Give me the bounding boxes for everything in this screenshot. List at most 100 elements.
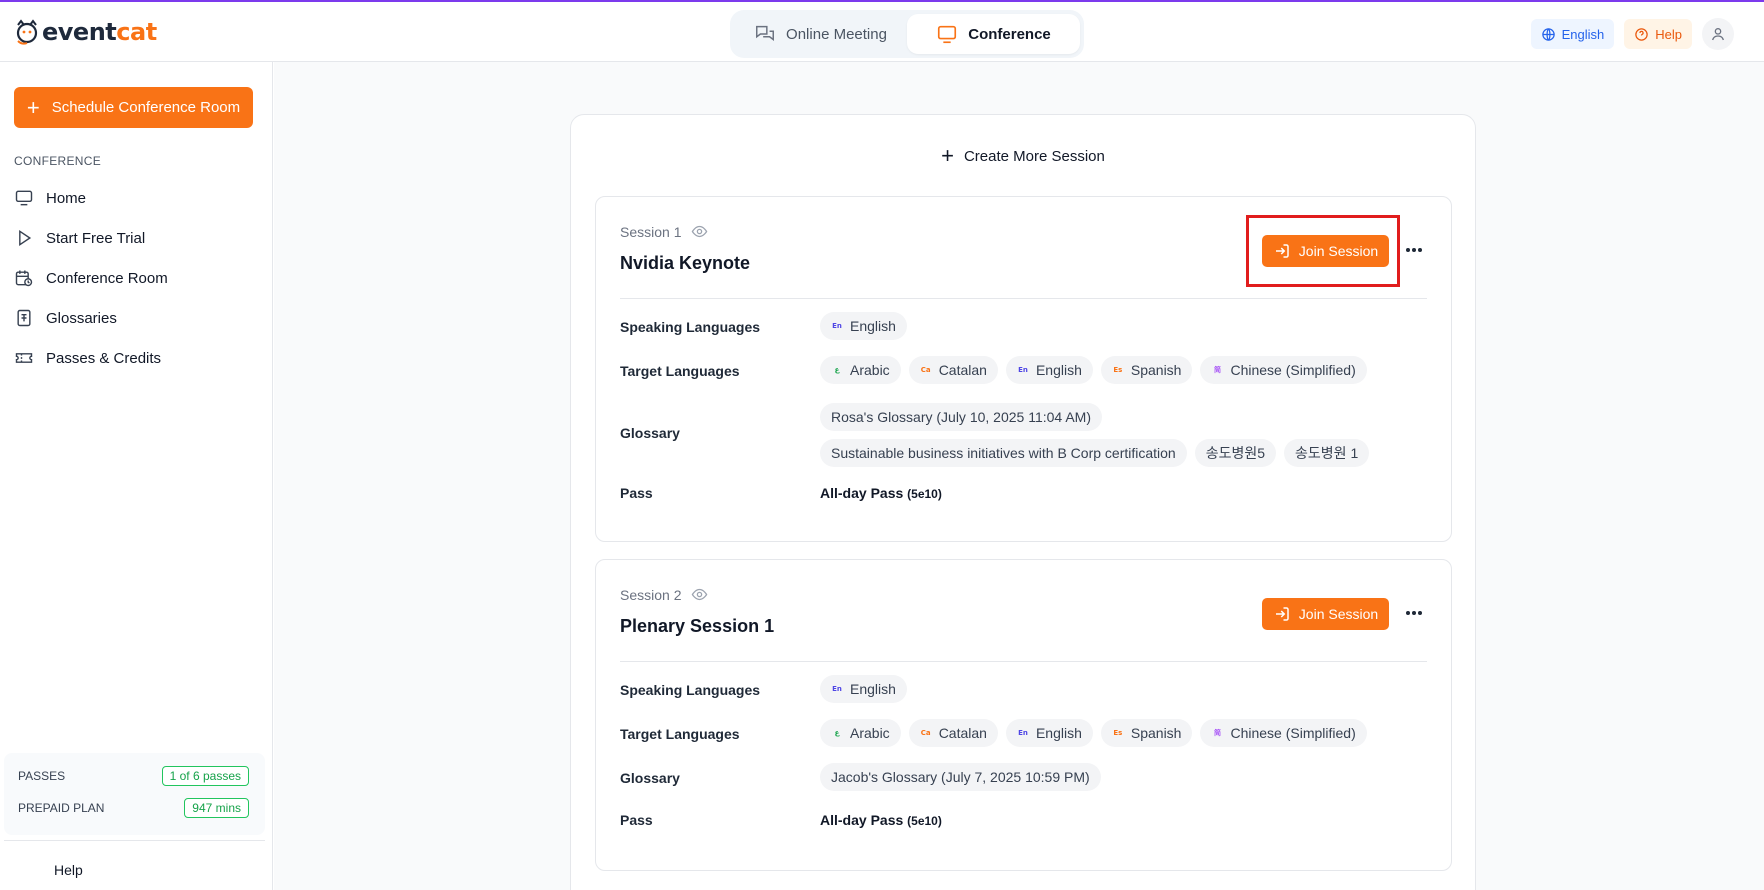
language-code: En: [1018, 366, 1028, 374]
glossary-chip: Rosa's Glossary (July 10, 2025 11:04 AM): [820, 403, 1102, 431]
globe-icon: [1541, 27, 1555, 41]
passes-badge: 1 of 6 passes: [161, 766, 249, 786]
language-code: En: [1018, 729, 1028, 737]
target-language-chips: ع Arabic Ca Catalan En English Es Spanish 简 C…: [820, 356, 1367, 384]
prepaid-plan-badge: 947 mins: [184, 798, 249, 818]
usage-summary: PASSES 1 of 6 passes PREPAID PLAN 947 mi…: [4, 753, 265, 835]
session-title: Nvidia Keynote: [620, 253, 751, 273]
sidebar-nav: Home Start Free Trial Conference Room Gl…: [14, 178, 259, 378]
sessions-panel: + Create More Session Session 1 Nvidia K…: [570, 114, 1476, 890]
language-name: English: [1035, 725, 1082, 741]
sidebar-item-start-free-trial[interactable]: Start Free Trial: [14, 218, 259, 258]
language-name: Catalan: [938, 362, 987, 378]
session-number-label: Session 2: [620, 586, 682, 603]
target-language-chips: ع Arabic Ca Catalan En English Es Spanish 简 C…: [820, 719, 1367, 747]
help-button[interactable]: Help: [1624, 19, 1692, 49]
user-avatar[interactable]: [1702, 18, 1734, 50]
language-code: 简: [1213, 729, 1221, 737]
pass-code: (5e10): [907, 487, 942, 501]
language-chip: ع Arabic: [820, 356, 901, 384]
top-bar: eventcat Online Meeting Conference Engli…: [0, 0, 1764, 62]
eventcat-logo[interactable]: eventcat: [14, 18, 157, 46]
sidebar-item-label: Conference Room: [46, 269, 168, 287]
tab-conference[interactable]: Conference: [907, 14, 1080, 54]
language-chip: Es Spanish: [1100, 719, 1193, 747]
join-session-button[interactable]: Join Session: [1262, 598, 1389, 630]
target-languages-label: Target Languages: [620, 363, 740, 379]
glossary-label: Glossary: [620, 770, 680, 786]
sidebar-item-label: Home: [46, 189, 87, 207]
book-icon: [17, 309, 31, 327]
tab-online-meeting[interactable]: Online Meeting: [734, 14, 907, 54]
pass-code: (5e10): [907, 814, 942, 828]
session-number-label: Session 1: [620, 223, 682, 240]
brand-name: eventcat: [42, 18, 157, 46]
sidebar-help-link[interactable]: Help: [54, 862, 83, 878]
session-title: Plenary Session 1: [620, 616, 775, 636]
language-button[interactable]: English: [1530, 19, 1615, 49]
language-code: ع: [834, 729, 840, 737]
glossary-chip: Jacob's Glossary (July 7, 2025 10:59 PM): [820, 763, 1101, 791]
session-card: Session 2 Plenary Session 1 Join Session…: [595, 559, 1452, 871]
language-chip: En English: [1005, 356, 1093, 384]
schedule-conference-room-button[interactable]: + Schedule Conference Room: [14, 87, 253, 128]
pass-name: All-day Pass: [820, 812, 904, 828]
passes-row: PASSES 1 of 6 passes: [18, 765, 249, 787]
join-label: Join Session: [1298, 606, 1379, 622]
language-code: En: [832, 322, 842, 330]
plus-icon: +: [941, 143, 954, 168]
language-code: Ca: [920, 366, 931, 374]
top-right-controls: English Help: [1530, 18, 1734, 50]
language-name: English: [850, 318, 896, 334]
glossary-label: Glossary: [620, 425, 680, 441]
glossary-chip: 송도병원 1: [1284, 439, 1370, 467]
eye-icon[interactable]: [691, 586, 708, 603]
language-chip: Ca Catalan: [908, 719, 998, 747]
target-languages-label: Target Languages: [620, 726, 740, 742]
mode-switch: Online Meeting Conference: [730, 10, 1084, 58]
monitor-icon: [15, 190, 33, 206]
presentation-icon: [938, 25, 957, 44]
help-label: Help: [1655, 26, 1682, 42]
session-number: Session 1: [620, 223, 708, 240]
login-icon: [1275, 607, 1289, 621]
glossary-chip: Sustainable business initiatives with B …: [820, 439, 1187, 467]
sidebar-item-glossaries[interactable]: Glossaries: [14, 298, 259, 338]
eye-icon[interactable]: [691, 223, 708, 240]
join-label: Join Session: [1298, 243, 1379, 259]
more-options-icon[interactable]: [1402, 601, 1426, 625]
pass-label: Pass: [620, 485, 653, 501]
sidebar-divider: [4, 840, 265, 841]
glossary-chips: Sustainable business initiatives with B …: [820, 439, 1370, 467]
language-chip: 简 Chinese (Simplified): [1200, 719, 1367, 747]
language-name: Arabic: [850, 362, 890, 378]
language-chip: 简 Chinese (Simplified): [1200, 356, 1367, 384]
speaking-language-chips: En English: [820, 675, 907, 703]
glossary-chip: 송도병원5: [1194, 439, 1277, 467]
speaking-languages-label: Speaking Languages: [620, 682, 761, 698]
sidebar-item-conference-room[interactable]: Conference Room: [14, 258, 259, 298]
language-code: Es: [1113, 729, 1123, 737]
ticket-icon: [15, 353, 33, 363]
schedule-button-label: Schedule Conference Room: [51, 99, 241, 116]
sidebar-item-label: Glossaries: [46, 309, 117, 327]
language-name: Spanish: [1130, 362, 1182, 378]
login-icon: [1275, 244, 1289, 258]
language-code: 简: [1213, 366, 1221, 374]
calendar-clock-icon: [15, 270, 33, 287]
prepaid-plan-label: PREPAID PLAN: [18, 801, 105, 815]
sidebar-item-home[interactable]: Home: [14, 178, 259, 218]
sidebar: + Schedule Conference Room CONFERENCE Ho…: [0, 62, 273, 890]
sidebar-item-passes-credits[interactable]: Passes & Credits: [14, 338, 259, 378]
sidebar-item-label: Start Free Trial: [46, 229, 146, 247]
join-session-button[interactable]: Join Session: [1262, 235, 1389, 267]
create-more-session-button[interactable]: + Create More Session: [571, 145, 1475, 167]
user-icon: [1712, 28, 1724, 41]
language-name: Chinese (Simplified): [1230, 362, 1356, 378]
language-name: Catalan: [938, 725, 987, 741]
language-name: Spanish: [1130, 725, 1182, 741]
language-label: English: [1561, 26, 1605, 42]
session-card: Session 1 Nvidia Keynote Join Session Sp…: [595, 196, 1452, 542]
language-chip: En English: [820, 675, 907, 703]
more-options-icon[interactable]: [1402, 238, 1426, 262]
